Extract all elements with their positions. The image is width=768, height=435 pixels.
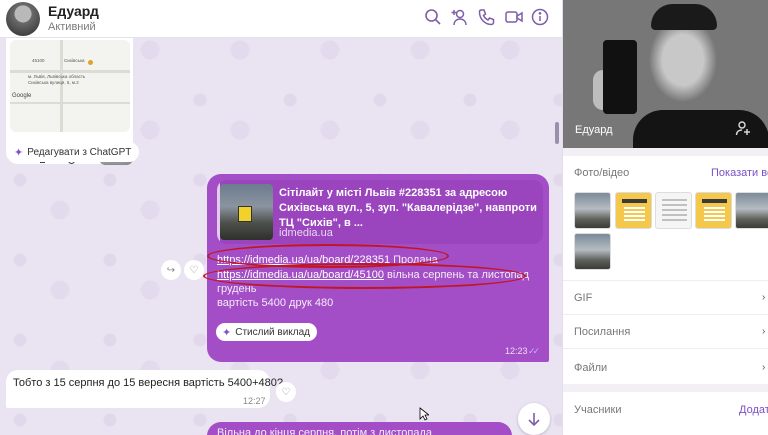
media-thumbnail[interactable] [574,233,611,270]
sparkle-icon: ✦ [14,146,24,159]
annotation-ellipse-2 [203,263,526,289]
gif-section-label[interactable]: GIF [574,292,592,304]
arrow-down-icon [528,413,540,427]
contact-info-panel: Едуард Фото/відео Показати всі GIF › Пос… [562,0,768,435]
message-time: 12:27 [243,396,266,406]
map-label-city: м. Львів, Львівська область [28,74,86,79]
media-thumbnail[interactable] [615,192,652,229]
media-section-label: Фото/відео [574,167,630,179]
share-icon[interactable]: ↪ [161,260,181,280]
avatar[interactable] [6,2,40,36]
summary-button[interactable]: ✦ Стислий виклад [216,323,318,341]
members-section-label: Учасники [574,404,622,416]
edit-with-chatgpt-button[interactable]: ✦ Редагувати з ChatGPT [8,142,140,162]
edit-with-chatgpt-label: Редагувати з ChatGPT [27,146,132,158]
links-section-label[interactable]: Посилання [574,326,630,338]
react-heart-icon[interactable]: ♡ [184,260,204,280]
chat-scrollbar[interactable] [555,122,559,144]
message-line-4: вартість 5400 друк 480 [217,297,334,309]
show-all-media-link[interactable]: Показати всі [711,167,768,179]
sent-message-text: Вільна до кінця серпня, потім з листопад… [217,427,432,435]
summary-label: Стислий виклад [235,326,311,338]
link-preview-domain: idmedia.ua [279,227,333,239]
add-member-link[interactable]: Додати [739,404,768,416]
message-time: 12:23 [505,346,528,356]
chevron-right-icon: › [762,292,766,303]
add-contact-icon[interactable] [735,120,751,136]
map-label-street: Сихівська [64,58,85,63]
media-thumbnail[interactable] [695,192,732,229]
media-thumbnail[interactable] [735,192,768,229]
sent-message-bubble-2[interactable]: Вільна до кінця серпня, потім з листопад… [207,422,512,435]
phone-icon[interactable] [478,8,496,26]
link-preview-title: Сітілайт у місті Львів #228351 за адресо… [279,187,537,229]
chevron-right-icon: › [762,362,766,373]
map-image[interactable]: 45100 Сихівська м. Львів, Львівська обла… [10,40,130,132]
link-preview[interactable]: Сітілайт у місті Львів #228351 за адресо… [217,180,543,244]
chat-header: Едуард Активний [0,0,562,38]
media-thumbnail[interactable] [655,192,692,229]
info-icon[interactable] [531,8,549,26]
sparkle-icon: ✦ [222,326,232,339]
map-pin-icon [88,60,93,65]
files-section-label[interactable]: Файли [574,362,607,374]
media-thumbnail[interactable] [574,192,611,229]
profile-name: Едуард [575,124,613,136]
contact-status: Активний [48,21,96,33]
chevron-right-icon: › [762,326,766,337]
mouse-cursor-icon [419,407,429,421]
map-label-address: Сихівська вулиця, 5, м.2 [28,80,79,85]
link-preview-image [220,184,273,240]
search-icon[interactable] [424,8,442,26]
contact-name[interactable]: Едуард [48,3,99,19]
chat-area: Едуард Активний 45100 Сихівська м. Львів… [0,0,562,435]
video-call-icon[interactable] [505,8,523,26]
add-user-icon[interactable] [451,8,469,26]
scroll-down-button[interactable] [518,403,550,435]
received-message-text: Тобто з 15 серпня до 15 вересня вартість… [13,377,283,389]
profile-photo[interactable]: Едуард [563,0,768,150]
react-heart-icon[interactable]: ♡ [276,382,296,402]
received-message-bubble[interactable]: Тобто з 15 серпня до 15 вересня вартість… [6,370,283,408]
read-ticks-icon: ✓✓ [528,346,540,356]
map-label-number: 45100 [32,58,45,63]
map-brand: Google [12,93,32,99]
